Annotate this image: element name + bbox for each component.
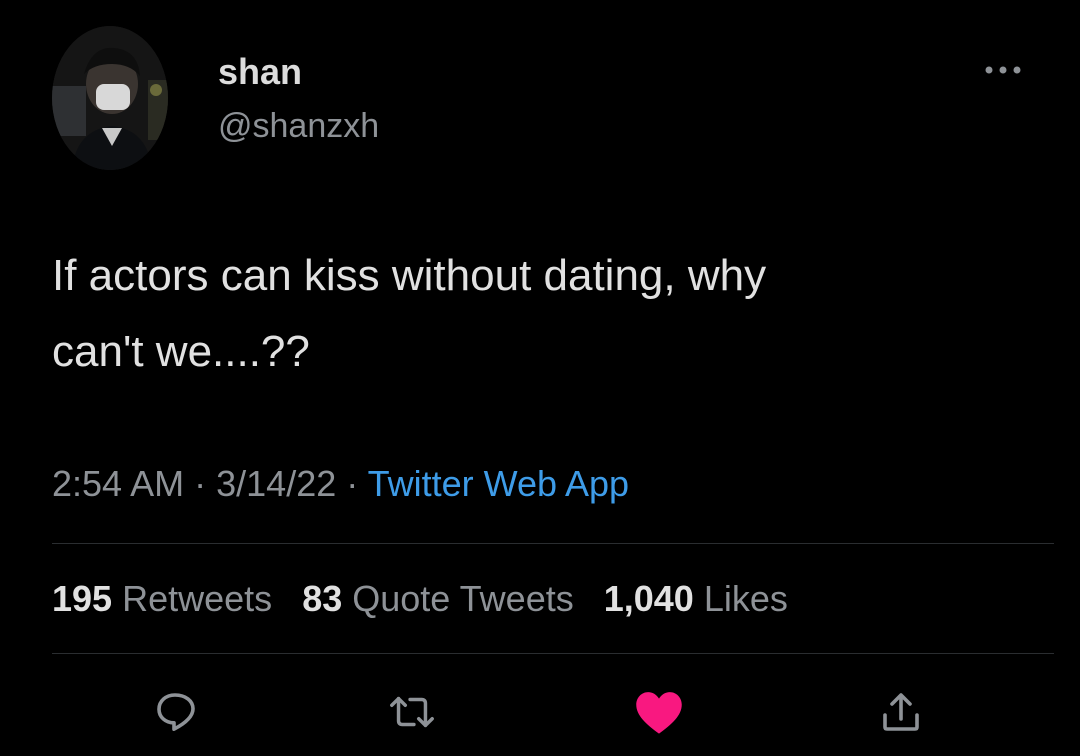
likes-stat[interactable]: 1,040 Likes [604,578,788,619]
more-options-button[interactable] [975,55,1031,85]
quote-tweets-count: 83 [302,578,343,619]
meta-separator: · [194,463,207,504]
tweet-text-line: If actors can kiss without dating, why [52,251,767,300]
divider [52,653,1054,654]
retweet-button[interactable] [386,686,438,738]
avatar-photo [52,26,168,170]
tweet-meta: 2:54 AM · 3/14/22 · Twitter Web App [52,460,629,508]
retweet-icon [390,696,434,728]
retweets-count: 195 [52,578,113,619]
avatar[interactable] [52,26,168,170]
like-icon [636,692,682,734]
like-button[interactable] [633,686,685,738]
meta-separator: · [346,463,359,504]
likes-count: 1,040 [603,578,694,619]
tweet-date[interactable]: 3/14/22 [216,463,336,504]
more-icon [985,66,1021,74]
tweet-text-line: can't we....?? [52,327,310,376]
quote-tweets-label: Quote Tweets [352,578,574,619]
likes-label: Likes [703,578,788,619]
author-display-name[interactable]: shan [218,50,302,94]
retweets-label: Retweets [122,578,273,619]
divider [52,543,1054,544]
retweets-stat[interactable]: 195 Retweets [52,578,272,619]
author-handle[interactable]: @shanzxh [218,104,379,148]
share-icon [883,693,919,731]
tweet-time[interactable]: 2:54 AM [52,463,184,504]
tweet-source-link[interactable]: Twitter Web App [368,463,629,504]
quote-tweets-stat[interactable]: 83 Quote Tweets [302,578,574,619]
tweet-text: If actors can kiss without dating, why c… [52,238,1032,390]
share-button[interactable] [875,686,927,738]
tweet-stats: 195 Retweets 83 Quote Tweets 1,040 Likes [52,575,808,623]
reply-button[interactable] [150,686,202,738]
reply-icon [157,693,195,731]
